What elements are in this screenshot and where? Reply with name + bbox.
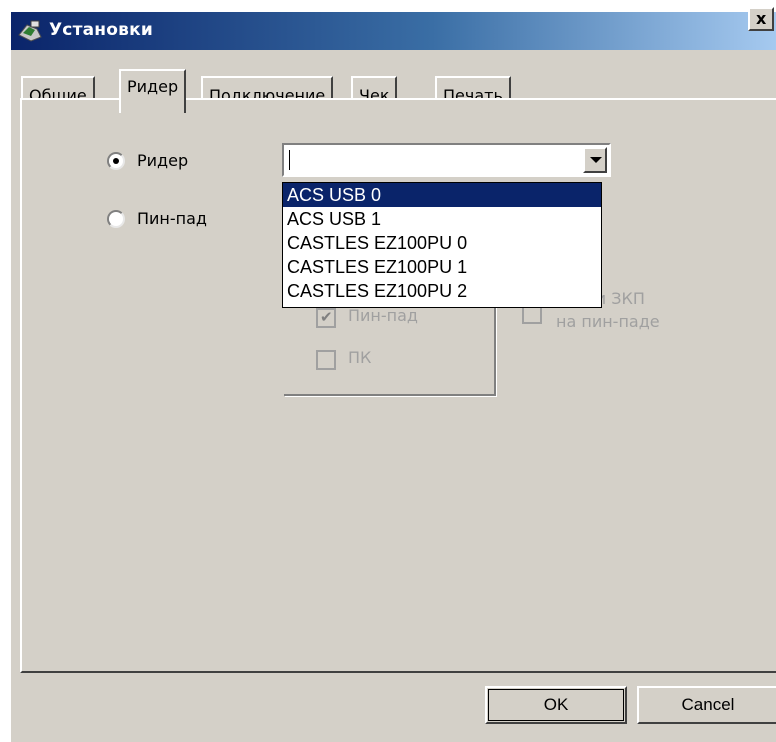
dropdown-option[interactable]: ACS USB 0 (283, 183, 601, 207)
close-icon: x (756, 9, 767, 28)
tab-reader[interactable]: Ридер (119, 69, 187, 113)
reader-dropdown-list: ACS USB 0 ACS USB 1 CASTLES EZ100PU 0 CA… (282, 182, 602, 308)
chevron-down-icon (590, 157, 602, 163)
checkbox-pinpad-label: Пин-пад (348, 306, 418, 325)
radio-selected-dot (113, 158, 119, 164)
radio-pinpad-indicator[interactable] (107, 210, 125, 228)
combobox-dropdown-button[interactable] (583, 147, 607, 173)
reader-combobox[interactable] (282, 143, 611, 177)
close-button[interactable]: x (748, 7, 774, 31)
checkbox-pc-label: ПК (348, 348, 372, 367)
checkbox-pinpad[interactable]: ✔ (316, 308, 336, 328)
settings-app-icon (18, 20, 42, 42)
checkbox-pc[interactable] (316, 350, 336, 370)
ok-button[interactable]: OK (485, 686, 627, 724)
dropdown-option[interactable]: ACS USB 1 (283, 207, 601, 231)
radio-reader-label: Ридер (137, 151, 189, 170)
checkmark-icon: ✔ (320, 308, 333, 326)
dropdown-option[interactable]: CASTLES EZ100PU 2 (283, 279, 601, 303)
title-bar[interactable]: Установки (11, 12, 776, 50)
dropdown-option[interactable]: CASTLES EZ100PU 0 (283, 231, 601, 255)
window-title: Установки (49, 20, 153, 40)
dropdown-option[interactable]: CASTLES EZ100PU 1 (283, 255, 601, 279)
pinpad-display-line2: на пин-паде (556, 312, 660, 331)
radio-reader-indicator[interactable] (107, 152, 125, 170)
text-caret (289, 150, 290, 170)
radio-pinpad-label: Пин-пад (137, 209, 207, 228)
cancel-button[interactable]: Cancel (637, 686, 776, 724)
tab-reader-label: Ридер (127, 77, 179, 96)
